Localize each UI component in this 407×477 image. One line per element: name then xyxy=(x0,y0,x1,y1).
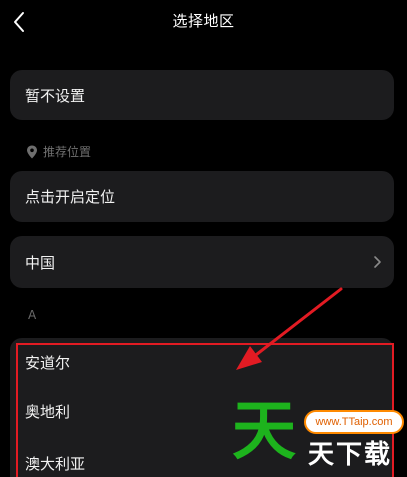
header-bar: 选择地区 xyxy=(0,0,407,46)
watermark-big-char: 天 xyxy=(232,395,296,469)
option-no-set[interactable]: 暂不设置 xyxy=(10,70,394,120)
chevron-right-icon xyxy=(374,256,381,268)
section-letter-a: A xyxy=(28,308,37,322)
list-item[interactable]: 澳大利亚 xyxy=(25,453,85,474)
recommended-label-text: 推荐位置 xyxy=(43,145,92,159)
enable-location-label: 点击开启定位 xyxy=(25,188,116,206)
page-title: 选择地区 xyxy=(172,12,235,30)
watermark-url: www.TTaip.com xyxy=(304,410,404,434)
recommended-section-label: 推荐位置 xyxy=(26,143,91,160)
watermark-logo: 天 www.TTaip.com 天下载 xyxy=(228,396,404,477)
list-item[interactable]: 安道尔 xyxy=(25,352,70,373)
list-item[interactable]: 奥地利 xyxy=(25,401,70,422)
region-item-china[interactable]: 中国 xyxy=(10,236,394,288)
region-item-china-label: 中国 xyxy=(25,253,56,272)
watermark-sub-text: 天下载 xyxy=(308,440,393,470)
option-no-set-label: 暂不设置 xyxy=(25,86,86,105)
enable-location-button[interactable]: 点击开启定位 xyxy=(10,171,394,222)
location-pin-icon xyxy=(27,145,37,158)
